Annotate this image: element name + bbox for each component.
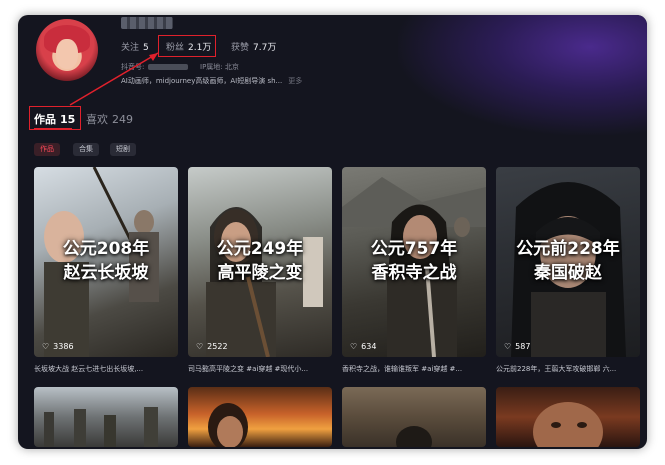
video-caption[interactable]: 公元前228年，王翦大军攻破邯郸 六... <box>496 364 640 374</box>
video-card[interactable] <box>496 387 640 447</box>
video-thumbnail <box>44 407 158 447</box>
video-likes: ♡ 2522 <box>196 342 228 351</box>
video-thumbnail <box>396 426 432 447</box>
heart-icon: ♡ <box>42 342 50 351</box>
video-title-line2: 香积寺之战 <box>371 263 457 283</box>
video-likes-count: 587 <box>515 342 531 351</box>
profile-window: 关注 5 粉丝 2.1万 获赞 7.7万 抖音号: IP属地: 北京 AI动画师，mi… <box>18 15 647 449</box>
video-likes: ♡ 587 <box>504 342 530 351</box>
video-title-line1: 公元757年 <box>370 239 458 259</box>
video-title: 公元757年 香积寺之战 <box>342 237 486 285</box>
video-card[interactable]: 公元757年 香积寺之战 ♡ 634 <box>342 167 486 357</box>
video-likes: ♡ 634 <box>350 342 376 351</box>
video-thumbnail <box>208 403 248 447</box>
video-title-line1: 公元208年 <box>62 239 150 259</box>
video-likes-count: 3386 <box>53 342 74 351</box>
heart-icon: ♡ <box>350 342 358 351</box>
filter-works[interactable]: 作品 <box>34 143 60 156</box>
video-title-line2: 秦国破赵 <box>534 263 602 283</box>
video-title: 公元208年 赵云长坂坡 <box>34 237 178 285</box>
video-card[interactable]: 公元249年 高平陵之变 ♡ 2522 <box>188 167 332 357</box>
filter-short-drama[interactable]: 短剧 <box>110 143 136 156</box>
heart-icon: ♡ <box>504 342 512 351</box>
video-title: 公元前228年 秦国破赵 <box>496 237 640 285</box>
video-likes: ♡ 3386 <box>42 342 74 351</box>
video-card[interactable]: 公元前228年 秦国破赵 ♡ 587 <box>496 167 640 357</box>
video-card[interactable]: 公元208年 赵云长坂坡 ♡ 3386 <box>34 167 178 357</box>
video-title: 公元249年 高平陵之变 <box>188 237 332 285</box>
video-likes-count: 634 <box>361 342 377 351</box>
video-title-line2: 赵云长坂坡 <box>63 263 149 283</box>
video-caption[interactable]: 司马懿高平陵之变 #ai穿越 #现代小... <box>188 364 332 374</box>
annotation-arrow <box>69 52 159 106</box>
video-likes-count: 2522 <box>207 342 228 351</box>
video-caption[interactable]: 香积寺之战，谁输谁叛军 #ai穿越 #... <box>342 364 486 374</box>
video-card[interactable] <box>342 387 486 447</box>
filter-collections[interactable]: 合集 <box>73 143 99 156</box>
video-title-line1: 公元前228年 <box>516 239 620 259</box>
video-thumbnail <box>533 402 603 447</box>
video-title-line1: 公元249年 <box>216 239 304 259</box>
video-caption[interactable]: 长坂坡大战 赵云七进七出长坂坡,... <box>34 364 178 374</box>
heart-icon: ♡ <box>196 342 204 351</box>
video-card[interactable] <box>34 387 178 447</box>
video-card[interactable] <box>188 387 332 447</box>
video-title-line2: 高平陵之变 <box>217 263 303 283</box>
